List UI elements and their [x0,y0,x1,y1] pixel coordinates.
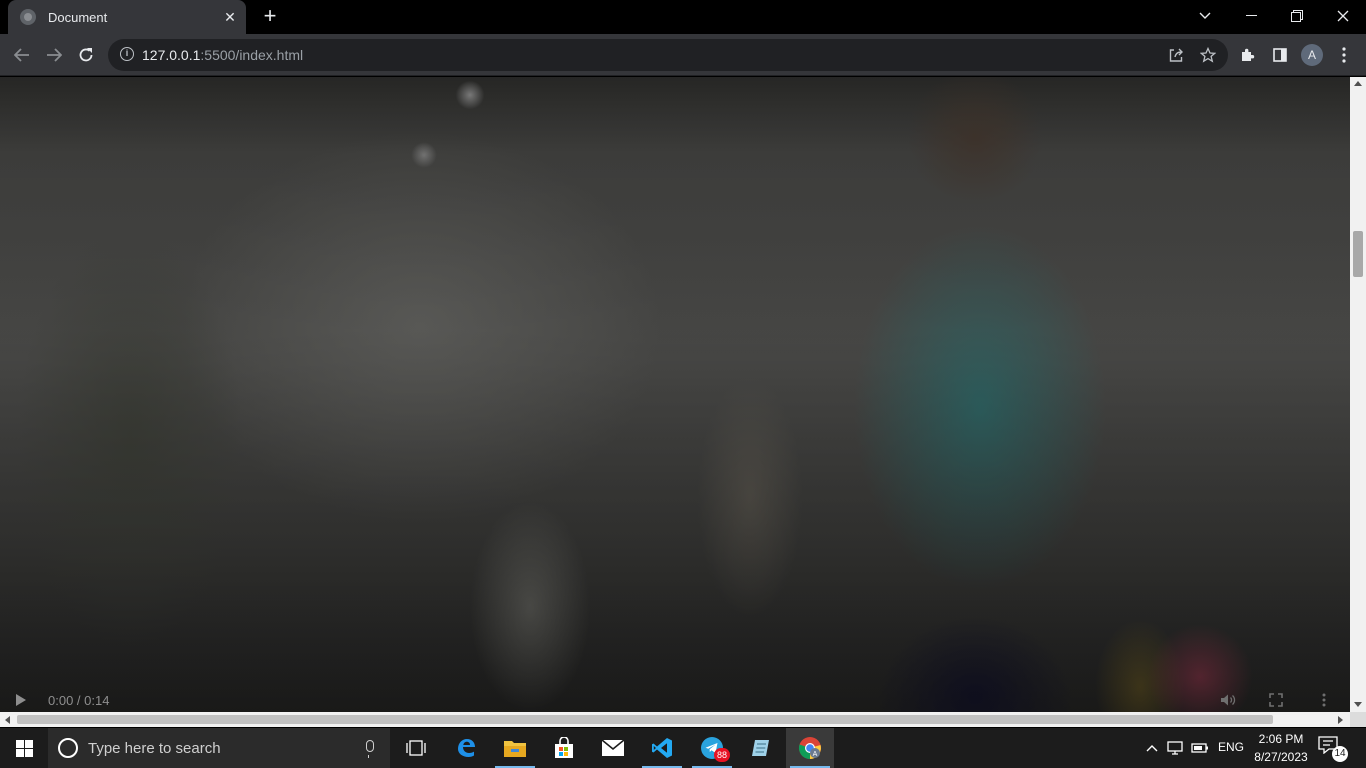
restore-icon [1291,10,1303,22]
chrome-icon: A [798,737,821,760]
fullscreen-icon[interactable] [1266,691,1286,709]
taskbar-file-explorer[interactable] [491,728,539,768]
minimize-icon [1245,15,1257,16]
taskbar-search[interactable]: Type here to search [48,728,390,768]
taskbar-chrome[interactable]: A [786,728,834,768]
browser-toolbar: i 127.0.0.1:5500/index.html [0,34,1366,76]
taskbar-telegram[interactable]: 88 [688,728,736,768]
new-tab-button[interactable]: + [258,5,282,28]
taskbar-notes-app[interactable] [737,728,785,768]
bookmark-star-icon[interactable] [1198,45,1218,65]
taskbar-vscode[interactable] [638,728,686,768]
scroll-down-arrow[interactable] [1354,702,1362,707]
horizontal-scroll-thumb[interactable] [17,715,1273,724]
volume-icon[interactable] [1218,691,1238,709]
clock-date: 8/27/2023 [1254,750,1308,764]
profile-avatar[interactable]: A [1301,44,1323,66]
svg-text:A: A [813,751,818,758]
restore-button[interactable] [1274,0,1320,32]
url-text[interactable]: 127.0.0.1:5500/index.html [142,47,303,63]
taskbar-edge[interactable] [442,728,490,768]
close-icon [1337,10,1349,22]
chevron-down-icon [1199,12,1211,19]
browser-title-bar: Document ✕ + [0,0,1366,34]
close-window-button[interactable] [1320,0,1366,32]
video-options-icon[interactable] [1314,691,1334,709]
address-bar[interactable]: i 127.0.0.1:5500/index.html [108,39,1228,71]
network-icon[interactable] [1166,738,1186,758]
page-viewport: 0:00 / 0:14 [0,77,1350,712]
clock-time: 2:06 PM [1258,732,1304,746]
scrollbar-corner [1350,712,1366,727]
task-view-icon [406,740,426,756]
telegram-unread-badge: 88 [714,748,730,762]
task-view-button[interactable] [392,728,440,768]
tab-title: Document [48,9,108,25]
action-center-button[interactable]: 14 [1318,736,1358,762]
forward-button[interactable] [40,41,68,69]
scroll-right-arrow[interactable] [1338,716,1343,724]
scroll-left-arrow[interactable] [5,716,10,724]
share-icon[interactable] [1166,45,1186,65]
notes-icon [752,740,769,756]
side-panel-icon [1273,48,1287,62]
mail-icon [601,739,625,756]
arrow-left-icon [14,48,29,62]
folder-icon [504,741,526,757]
vscode-icon [652,738,672,758]
side-panel-button[interactable] [1266,41,1294,69]
edge-icon [458,739,475,757]
play-icon[interactable] [16,694,26,706]
puzzle-icon [1242,48,1255,61]
taskbar-store[interactable] [540,728,588,768]
browser-tab[interactable]: Document ✕ [8,0,246,34]
windows-taskbar: Type here to search 88 A ENG 2:06 PM 8/2… [0,728,1366,768]
close-tab-icon[interactable]: ✕ [222,9,238,25]
video-overlay [0,77,1350,712]
microphone-icon[interactable] [366,740,374,758]
language-indicator[interactable]: ENG [1218,740,1244,754]
scroll-up-arrow[interactable] [1354,81,1362,86]
vertical-scroll-thumb[interactable] [1353,231,1363,277]
cortana-icon [58,738,78,758]
arrow-right-icon [47,48,62,62]
notification-count-badge: 14 [1332,746,1348,762]
url-path: :5500/index.html [200,47,304,63]
system-clock[interactable]: 2:06 PM 8/27/2023 [1252,730,1310,766]
tab-search-button[interactable] [1182,0,1228,32]
site-info-icon[interactable]: i [120,47,134,61]
search-placeholder: Type here to search [88,740,221,757]
windows-logo-icon [15,739,33,757]
back-button[interactable] [8,41,36,69]
video-time: 0:00 / 0:14 [48,693,110,708]
reload-button[interactable] [72,41,100,69]
horizontal-scrollbar[interactable] [0,712,1350,727]
start-button[interactable] [0,728,48,768]
taskbar-mail[interactable] [589,728,637,768]
chrome-menu-button[interactable] [1330,41,1358,69]
battery-icon[interactable] [1190,738,1210,758]
extensions-button[interactable] [1234,41,1262,69]
store-icon [555,737,573,758]
reload-icon [79,48,93,62]
more-vertical-icon [1342,47,1346,63]
vertical-scrollbar[interactable] [1350,77,1366,712]
globe-icon [20,9,36,25]
url-host: 127.0.0.1 [142,47,201,63]
minimize-button[interactable] [1228,0,1274,32]
chevron-up-icon[interactable] [1142,738,1162,758]
